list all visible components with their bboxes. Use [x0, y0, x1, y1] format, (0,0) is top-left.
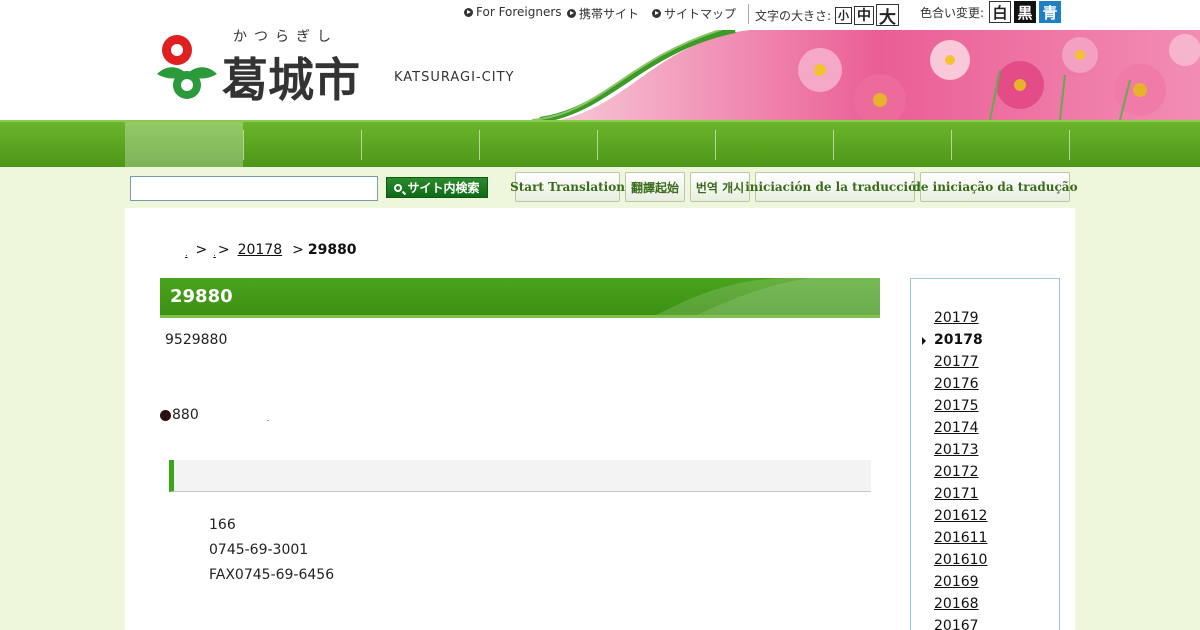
- archive-link[interactable]: 20171: [934, 486, 979, 502]
- nav-item-2[interactable]: [243, 122, 361, 167]
- site-search-button[interactable]: サイト内検索: [386, 177, 488, 198]
- article-text: 880: [172, 407, 199, 423]
- bullet-icon: [160, 410, 171, 421]
- city-emblem-icon: [157, 35, 217, 99]
- logo-kana: かつらぎし: [233, 29, 338, 45]
- font-size-large-button[interactable]: 大: [876, 4, 900, 28]
- for-foreigners-link[interactable]: For Foreigners: [464, 5, 562, 19]
- archive-sidebar: [910, 278, 1060, 630]
- translate-spanish-button[interactable]: iniciación de la traducción: [745, 172, 925, 202]
- archive-link[interactable]: 201612: [934, 508, 987, 524]
- logo-english: KATSURAGI-CITY: [394, 70, 515, 85]
- color-black-button[interactable]: 黒: [1014, 1, 1037, 23]
- arrow-circle-icon: [567, 9, 576, 18]
- breadcrumb-separator: >: [292, 242, 304, 258]
- nav-divider: [951, 130, 952, 160]
- search-icon: [394, 183, 403, 192]
- nav-item-3[interactable]: [361, 122, 479, 167]
- color-change-label: 色合い変更:: [920, 5, 985, 20]
- breadcrumb-home-link[interactable]: .: [185, 249, 188, 258]
- archive-link[interactable]: 20175: [934, 398, 979, 414]
- nav-item-8[interactable]: [951, 122, 1069, 167]
- archive-link[interactable]: 20172: [934, 464, 979, 480]
- archive-link[interactable]: 201611: [934, 530, 987, 546]
- archive-link[interactable]: 20168: [934, 596, 979, 612]
- archive-link[interactable]: 20167: [934, 618, 979, 630]
- archive-link[interactable]: 20174: [934, 420, 979, 436]
- archive-link[interactable]: 20173: [934, 442, 979, 458]
- title-bar-decoration: [650, 278, 880, 318]
- font-size-small-button[interactable]: 小: [835, 6, 853, 24]
- global-nav: [0, 120, 1200, 167]
- article-text-small: .: [266, 413, 270, 423]
- logo-kanji: 葛城市: [222, 53, 360, 107]
- breadcrumb-separator: >: [217, 242, 230, 258]
- color-blue-button[interactable]: 青: [1039, 1, 1062, 23]
- archive-link[interactable]: 20177: [934, 354, 979, 370]
- nav-divider: [715, 130, 716, 160]
- nav-item-4[interactable]: [479, 122, 597, 167]
- article-title-bar: 29880: [160, 278, 880, 318]
- current-marker-icon: [922, 337, 926, 345]
- sitemap-link[interactable]: サイトマップ: [652, 5, 736, 22]
- archive-link[interactable]: 20176: [934, 376, 979, 392]
- nav-divider: [243, 130, 244, 160]
- breadcrumb-section-link[interactable]: .: [213, 249, 216, 258]
- breadcrumb: . > . > 20178 > 29880: [185, 242, 357, 258]
- translate-korean-button[interactable]: 번역 개시: [690, 172, 750, 202]
- contact-heading: [169, 460, 871, 492]
- article-paragraph: 9529880: [165, 332, 228, 348]
- title-bar-underline: [160, 315, 880, 318]
- font-size-control: 文字の大きさ: 小 中 大: [755, 4, 900, 28]
- nav-divider: [833, 130, 834, 160]
- font-size-label: 文字の大きさ:: [755, 8, 832, 23]
- contact-postal: 166: [209, 517, 236, 533]
- nav-divider: [1069, 130, 1070, 160]
- nav-item-1[interactable]: [125, 122, 243, 167]
- nav-divider: [361, 130, 362, 160]
- page-title: 29880: [170, 286, 233, 307]
- arrow-circle-icon: [652, 9, 661, 18]
- nav-item-5[interactable]: [597, 122, 715, 167]
- site-search-input[interactable]: [130, 176, 378, 201]
- translate-english-button[interactable]: Start Translation: [510, 172, 625, 202]
- color-white-button[interactable]: 白: [989, 1, 1012, 23]
- mobile-site-link[interactable]: 携帯サイト: [567, 5, 639, 22]
- archive-link-current: 20178: [934, 332, 983, 348]
- translate-portuguese-button[interactable]: de iniciação da tradução: [912, 172, 1078, 202]
- color-change-control: 色合い変更: 白 黒 青: [920, 1, 1062, 23]
- breadcrumb-current: 29880: [307, 242, 357, 258]
- breadcrumb-month-link[interactable]: 20178: [238, 242, 283, 258]
- breadcrumb-separator: >: [195, 242, 208, 258]
- nav-divider: [597, 130, 598, 160]
- nav-item-7[interactable]: [833, 122, 951, 167]
- translate-chinese-button[interactable]: 翻譯起始: [625, 172, 685, 202]
- contact-phone: 0745-69-3001: [209, 542, 309, 558]
- nav-item-6[interactable]: [715, 122, 833, 167]
- article-paragraph: 880 .: [160, 407, 269, 423]
- arrow-circle-icon: [464, 7, 473, 17]
- site-header: かつらぎし 葛城市 KATSURAGI-CITY For Foreigners …: [0, 0, 1200, 120]
- archive-link[interactable]: 20169: [934, 574, 979, 590]
- site-logo[interactable]: かつらぎし 葛城市: [150, 28, 390, 107]
- nav-divider: [479, 130, 480, 160]
- util-divider: [748, 4, 749, 24]
- archive-link[interactable]: 201610: [934, 552, 987, 568]
- contact-fax: FAX0745-69-6456: [209, 567, 335, 583]
- search-button-label: サイト内検索: [407, 181, 480, 195]
- font-size-medium-button[interactable]: 中: [854, 5, 875, 25]
- archive-link[interactable]: 20179: [934, 310, 979, 326]
- header-banner-image: [520, 30, 1200, 120]
